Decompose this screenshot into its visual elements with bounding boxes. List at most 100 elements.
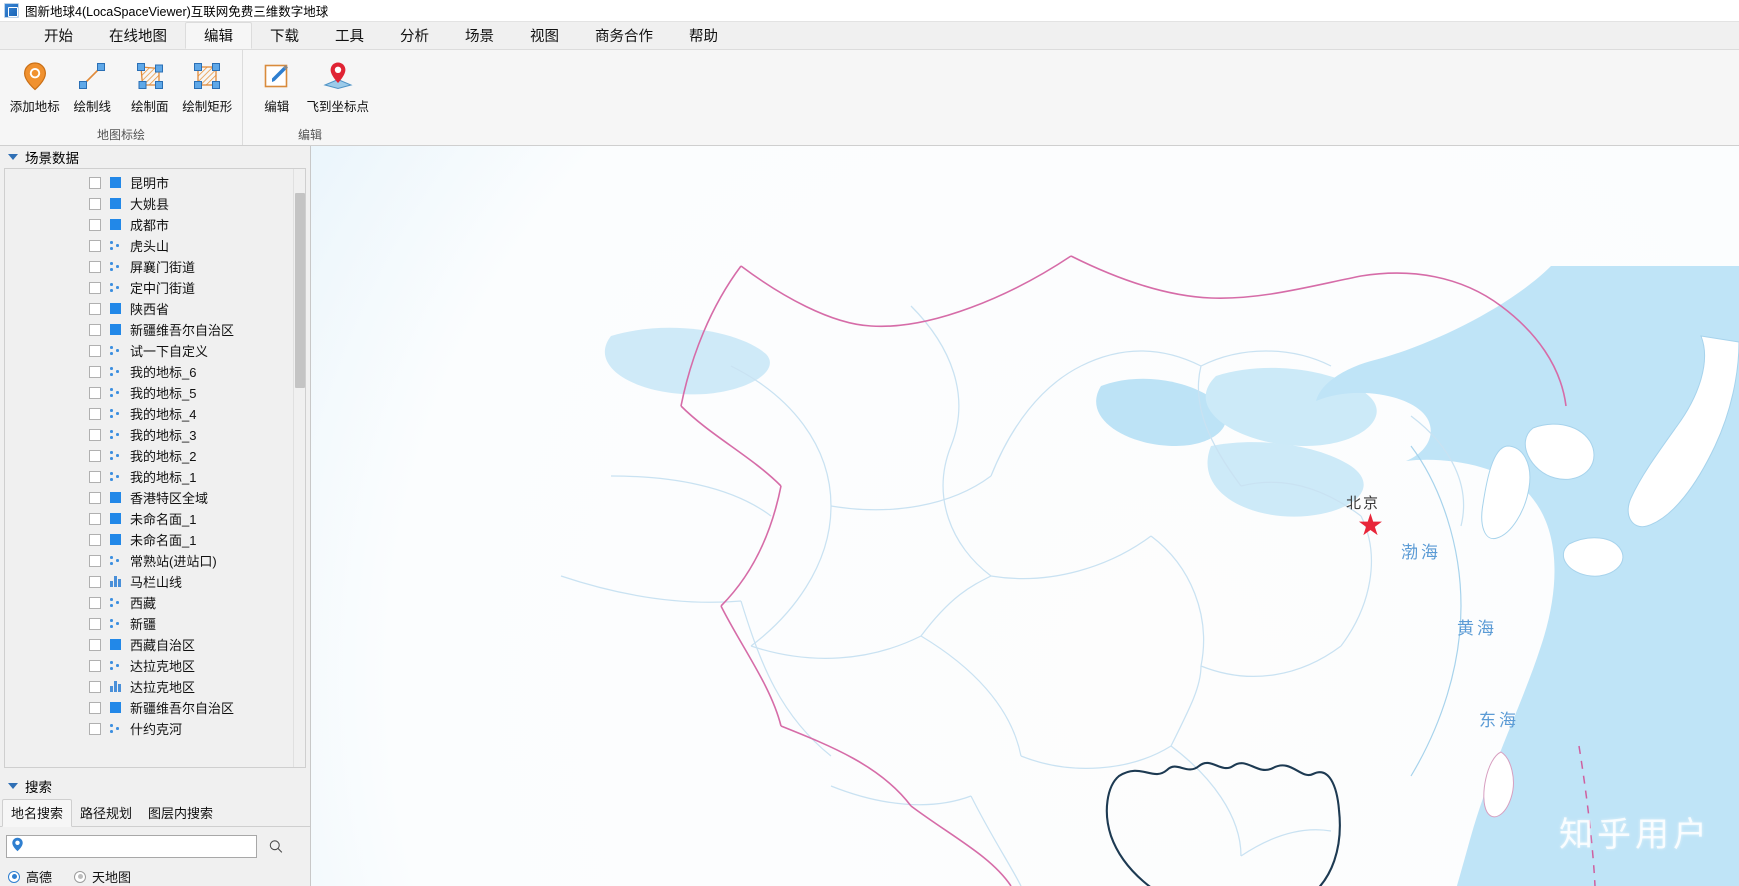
search-header[interactable]: 搜索 — [0, 774, 310, 798]
tree-row[interactable]: 马栏山线 — [5, 571, 293, 592]
tree-row[interactable]: 屏襄门街道 — [5, 256, 293, 277]
tree-scrollbar-thumb[interactable] — [295, 193, 305, 388]
tree-row[interactable]: 未命名面_1 — [5, 508, 293, 529]
point-icon — [109, 722, 122, 735]
draw-rectangle-button[interactable]: 绘制矩形 — [179, 56, 237, 118]
menu-item-business[interactable]: 商务合作 — [577, 22, 671, 49]
app-logo-icon — [4, 3, 19, 18]
tree-row[interactable]: 陕西省 — [5, 298, 293, 319]
tree-row-label: 陕西省 — [130, 302, 170, 317]
ribbon-group-title-edit: 编辑 — [297, 128, 322, 142]
tree-row-checkbox[interactable] — [89, 449, 101, 462]
tree-row[interactable]: 我的地标_3 — [5, 424, 293, 445]
tree-row-checkbox[interactable] — [89, 386, 101, 399]
tree-row[interactable]: 成都市 — [5, 214, 293, 235]
tab-route-planning[interactable]: 路径规划 — [72, 800, 140, 826]
point-icon — [109, 407, 122, 420]
tree-row-checkbox[interactable] — [89, 407, 101, 420]
tree-row-checkbox[interactable] — [89, 344, 101, 357]
tree-row-checkbox[interactable] — [89, 491, 101, 504]
tree-row[interactable]: 我的地标_2 — [5, 445, 293, 466]
tree-row[interactable]: 达拉克地区 — [5, 676, 293, 697]
search-input-box[interactable] — [6, 835, 257, 858]
tree-row-checkbox[interactable] — [89, 302, 101, 315]
point-icon — [109, 554, 122, 567]
tree-row[interactable]: 昆明市 — [5, 172, 293, 193]
menu-item-tools[interactable]: 工具 — [317, 22, 382, 49]
tree-row-checkbox[interactable] — [89, 176, 101, 189]
tree-row[interactable]: 虎头山 — [5, 235, 293, 256]
tree-row[interactable]: 达拉克地区 — [5, 655, 293, 676]
tree-row[interactable]: 我的地标_4 — [5, 403, 293, 424]
tree-row[interactable]: 定中门街道 — [5, 277, 293, 298]
menu-item-online-map[interactable]: 在线地图 — [91, 22, 185, 49]
fly-to-coordinate-button[interactable]: 飞到坐标点 — [304, 56, 371, 118]
tree-row[interactable]: 我的地标_1 — [5, 466, 293, 487]
tree-row-checkbox[interactable] — [89, 575, 101, 588]
tree-row-checkbox[interactable] — [89, 260, 101, 273]
radio-tianditu[interactable]: 天地图 — [74, 867, 131, 886]
tree-row-checkbox[interactable] — [89, 218, 101, 231]
tree-row[interactable]: 未命名面_1 — [5, 529, 293, 550]
application-window: 图新地球4(LocaSpaceViewer)互联网免费三维数字地球 开始 在线地… — [0, 0, 1739, 886]
add-placemark-button[interactable]: 添加地标 — [6, 56, 64, 118]
menu-item-help[interactable]: 帮助 — [671, 22, 736, 49]
tree-row[interactable]: 大姚县 — [5, 193, 293, 214]
menu-item-start[interactable]: 开始 — [26, 22, 91, 49]
tree-row[interactable]: 新疆维吾尔自治区 — [5, 319, 293, 340]
tree-row-checkbox[interactable] — [89, 596, 101, 609]
tree-row[interactable]: 常熟站(进站口) — [5, 550, 293, 571]
title-bar: 图新地球4(LocaSpaceViewer)互联网免费三维数字地球 — [0, 0, 1739, 22]
polygon-icon — [109, 701, 122, 714]
tree-row-checkbox[interactable] — [89, 554, 101, 567]
tree-row-checkbox[interactable] — [89, 680, 101, 693]
tab-place-search[interactable]: 地名搜索 — [2, 799, 73, 827]
tree-scrollbar[interactable] — [293, 169, 305, 767]
tree-row-checkbox[interactable] — [89, 239, 101, 252]
menu-item-scene[interactable]: 场景 — [447, 22, 512, 49]
tree-row-checkbox[interactable] — [89, 617, 101, 630]
tree-row-label: 我的地标_4 — [130, 407, 197, 422]
tree-row-checkbox[interactable] — [89, 470, 101, 483]
tree-row[interactable]: 新疆维吾尔自治区 — [5, 697, 293, 718]
tree-row[interactable]: 香港特区全域 — [5, 487, 293, 508]
tree-row-checkbox[interactable] — [89, 512, 101, 525]
tree-row-checkbox[interactable] — [89, 281, 101, 294]
red-star-icon: ★ — [1357, 509, 1384, 542]
tree-row-checkbox[interactable] — [89, 659, 101, 672]
tree-row-checkbox[interactable] — [89, 428, 101, 441]
radio-amap-label: 高德 — [26, 870, 53, 885]
tree-row[interactable]: 我的地标_5 — [5, 382, 293, 403]
tree-row-checkbox[interactable] — [89, 323, 101, 336]
tree-row-checkbox[interactable] — [89, 365, 101, 378]
tree-row-checkbox[interactable] — [89, 722, 101, 735]
point-icon — [109, 281, 122, 294]
radio-amap[interactable]: 高德 — [8, 867, 52, 886]
menu-item-view[interactable]: 视图 — [512, 22, 577, 49]
tree-row[interactable]: 什约克河 — [5, 718, 293, 739]
tree-row-checkbox[interactable] — [89, 533, 101, 546]
tree-row-checkbox[interactable] — [89, 701, 101, 714]
tree-row[interactable]: 试一下自定义 — [5, 340, 293, 361]
ribbon-group-edit: 编辑 飞到坐标点 编辑 — [242, 50, 377, 145]
map-viewport[interactable]: 北京 ★ 渤海 黄海 东海 知乎用户 — [311, 146, 1739, 886]
tree-row[interactable]: 新疆 — [5, 613, 293, 634]
tab-layer-search[interactable]: 图层内搜索 — [140, 800, 221, 826]
menu-item-download[interactable]: 下载 — [252, 22, 317, 49]
tree-row-checkbox[interactable] — [89, 638, 101, 651]
tree-row-label: 成都市 — [130, 218, 170, 233]
tree-row[interactable]: 西藏自治区 — [5, 634, 293, 655]
draw-line-button[interactable]: 绘制线 — [64, 56, 122, 118]
scene-data-header[interactable]: 场景数据 — [0, 146, 310, 168]
tree-row[interactable]: 西藏 — [5, 592, 293, 613]
tree-row[interactable]: 我的地标_6 — [5, 361, 293, 382]
search-input[interactable] — [27, 837, 256, 856]
menu-item-analysis[interactable]: 分析 — [382, 22, 447, 49]
search-button[interactable] — [263, 835, 289, 858]
scene-data-tree-list[interactable]: 昆明市 大姚县 成都市 虎头山 屏襄门街道 定中门街道 陕西省 新疆维吾尔自治区 试一下自定义我… — [5, 169, 293, 767]
menu-item-edit[interactable]: 编辑 — [185, 22, 252, 49]
draw-polygon-button[interactable]: 绘制面 — [121, 56, 179, 118]
edit-button[interactable]: 编辑 — [249, 56, 304, 118]
tree-row-checkbox[interactable] — [89, 197, 101, 210]
radio-tianditu-indicator — [74, 870, 87, 883]
